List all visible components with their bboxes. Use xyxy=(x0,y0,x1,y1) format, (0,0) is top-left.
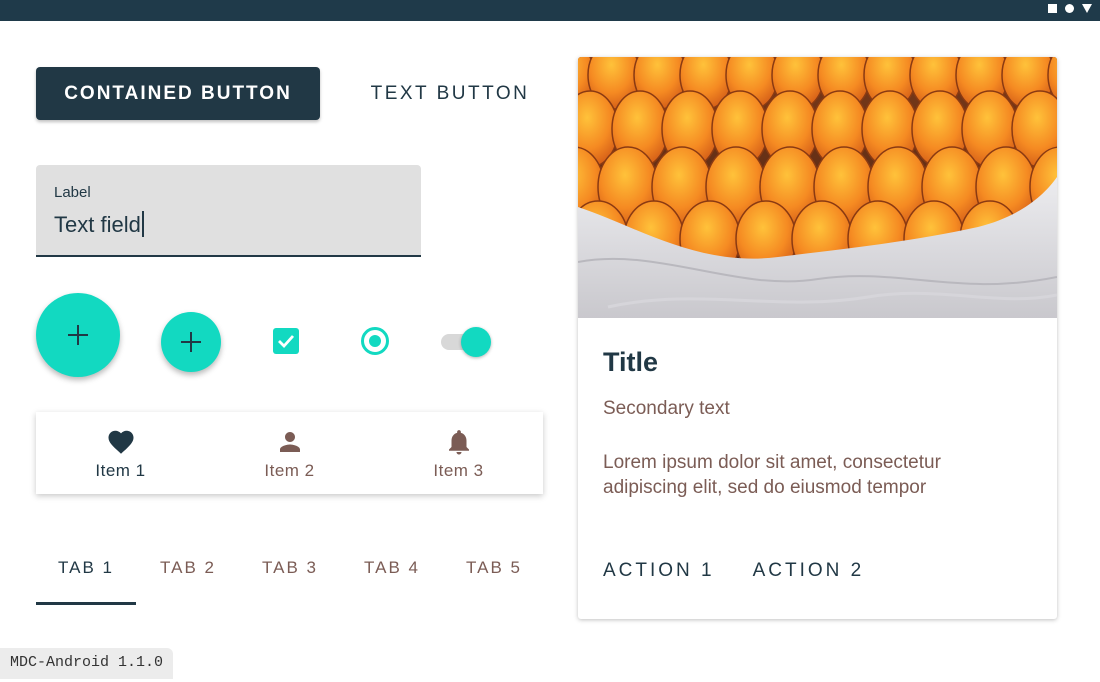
bottom-nav-label: Item 2 xyxy=(264,461,315,480)
tab-label: TAB 4 xyxy=(364,558,420,577)
bottom-nav-label: Item 1 xyxy=(95,461,146,480)
card: Title Secondary text Lorem ipsum dolor s… xyxy=(578,57,1057,619)
tab-1[interactable]: TAB 1 xyxy=(36,545,136,605)
tab-3[interactable]: TAB 3 xyxy=(240,545,340,603)
person-icon xyxy=(279,432,300,452)
tab-2[interactable]: TAB 2 xyxy=(138,545,238,603)
tab-indicator xyxy=(36,602,136,605)
tab-bar: TAB 1 TAB 2 TAB 3 TAB 4 TAB 5 xyxy=(36,545,546,605)
bottom-nav-item-2[interactable]: Item 2 xyxy=(205,412,374,494)
text-field[interactable]: Label Text field xyxy=(36,165,421,257)
status-bar xyxy=(0,0,1100,21)
contained-button[interactable]: CONTAINED BUTTON xyxy=(36,67,320,120)
tab-label: TAB 1 xyxy=(58,558,114,577)
card-secondary-text: Secondary text xyxy=(603,398,730,419)
heart-icon xyxy=(108,430,133,454)
tab-label: TAB 3 xyxy=(262,558,318,577)
circle-icon xyxy=(1065,4,1074,13)
switch-thumb xyxy=(461,327,491,357)
text-button[interactable]: TEXT BUTTON xyxy=(350,67,550,120)
tab-5[interactable]: TAB 5 xyxy=(444,545,544,603)
tab-label: TAB 2 xyxy=(160,558,216,577)
text-field-label: Label xyxy=(54,184,91,201)
bottom-navigation: Item 1 Item 2 Item 3 xyxy=(36,412,543,494)
text-field-input[interactable]: Text field xyxy=(54,211,144,238)
check-icon xyxy=(278,335,295,349)
text-field-value: Text field xyxy=(54,212,141,237)
text-cursor xyxy=(141,211,144,237)
bell-icon xyxy=(448,430,469,455)
square-icon xyxy=(1048,4,1057,13)
card-title: Title xyxy=(603,347,659,377)
bottom-nav-item-3[interactable]: Item 3 xyxy=(374,412,543,494)
card-media-image xyxy=(578,57,1057,318)
checkbox[interactable] xyxy=(273,328,299,354)
switch[interactable] xyxy=(441,326,493,358)
triangle-icon xyxy=(1082,4,1092,13)
tab-label: TAB 5 xyxy=(466,558,522,577)
tab-4[interactable]: TAB 4 xyxy=(342,545,442,603)
fab-large[interactable] xyxy=(36,293,120,377)
version-badge: MDC-Android 1.1.0 xyxy=(0,648,174,679)
card-body-text: Lorem ipsum dolor sit amet, consectetur … xyxy=(603,452,941,498)
radio-button[interactable] xyxy=(361,327,389,355)
fab-small[interactable] xyxy=(161,312,221,372)
card-action-1-button[interactable]: ACTION 1 xyxy=(603,560,715,582)
card-action-2-button[interactable]: ACTION 2 xyxy=(753,560,865,582)
bottom-nav-label: Item 3 xyxy=(433,461,484,480)
bottom-nav-item-1[interactable]: Item 1 xyxy=(36,412,205,494)
